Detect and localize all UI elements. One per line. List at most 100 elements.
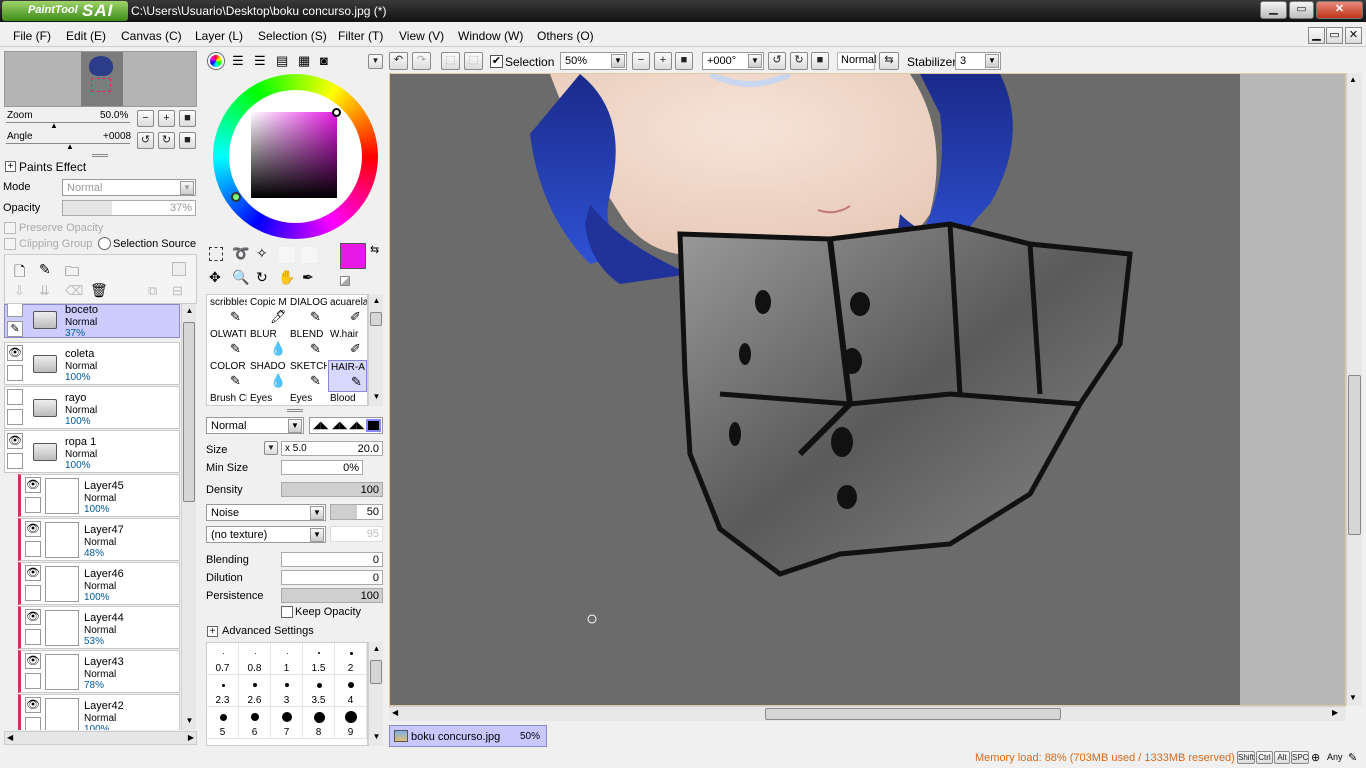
- brush-shape-medium-icon[interactable]: ◢◣: [332, 420, 347, 431]
- brush-size-preset[interactable]: 7: [271, 707, 303, 739]
- brush-tool-slot[interactable]: Blood: [328, 392, 367, 405]
- doc-minimize-button[interactable]: ▁: [1308, 27, 1325, 44]
- blend-mode-dropdown[interactable]: Normal ▼: [62, 179, 196, 196]
- redo-button[interactable]: ↷: [412, 52, 431, 70]
- navigator-preview[interactable]: [4, 51, 197, 107]
- new-folder-icon[interactable]: 🗀: [65, 261, 79, 285]
- new-layer-icon[interactable]: 🗋: [14, 261, 25, 285]
- doc-close-button[interactable]: ✕: [1345, 27, 1362, 44]
- brush-tool-slot[interactable]: scribbles ✎: [208, 296, 247, 328]
- dilution-slider[interactable]: 0: [281, 570, 383, 585]
- hue-picker-cursor[interactable]: [231, 192, 241, 202]
- brush-texture-dropdown[interactable]: Noise ▼: [206, 504, 326, 521]
- brush-tool-slot[interactable]: Brush Cl: [208, 392, 247, 405]
- color-picker-cursor[interactable]: [332, 108, 341, 117]
- brush-tool-slot[interactable]: acuarela ✐: [328, 296, 367, 328]
- layer-list-scrollbar[interactable]: ▲ ▼: [181, 304, 196, 730]
- layer-lock-checkbox[interactable]: [7, 453, 23, 469]
- canvas-angle-dropdown[interactable]: +000° ▼: [702, 52, 764, 70]
- canvas-vscroll-thumb[interactable]: [1348, 375, 1361, 535]
- clipping-group-checkbox[interactable]: [4, 238, 16, 250]
- visibility-eye-icon[interactable]: 👁: [7, 345, 23, 361]
- layer-list-scroll-thumb[interactable]: [183, 322, 195, 502]
- zoom-slider[interactable]: [6, 122, 130, 123]
- chevron-right-icon[interactable]: ▶: [188, 733, 194, 742]
- canvas-hscroll-thumb[interactable]: [765, 708, 1061, 720]
- layer-list-hscroll[interactable]: ◀ ▶: [4, 731, 197, 745]
- chevron-left-icon[interactable]: ◀: [7, 733, 13, 742]
- brush-tool-slot[interactable]: BLUR 💧: [248, 328, 287, 360]
- paints-effect-expand-icon[interactable]: +: [5, 161, 16, 172]
- menu-window[interactable]: Window (W): [458, 29, 523, 43]
- brush-blend-mode-dropdown[interactable]: Normal ▼: [206, 417, 304, 434]
- keep-opacity-checkbox[interactable]: [281, 606, 293, 618]
- brush-size-preset[interactable]: 2.3: [207, 675, 239, 707]
- brush-tool-slot[interactable]: COLOR ✎: [208, 360, 247, 392]
- layer-lock-checkbox[interactable]: [25, 497, 41, 513]
- layer-lock-checkbox[interactable]: [25, 541, 41, 557]
- layer-mask-icon[interactable]: [172, 262, 186, 276]
- canvas-hscrollbar[interactable]: ◀ ▶: [389, 706, 1346, 721]
- flip-horizontal-button[interactable]: ⇆: [879, 52, 899, 70]
- lasso-icon[interactable]: ➰: [232, 246, 249, 260]
- brush-tool-slot[interactable]: Copic M 🖊: [248, 296, 287, 328]
- apply-mask-icon[interactable]: ⧉: [148, 283, 157, 299]
- doc-restore-button[interactable]: ▭: [1326, 27, 1343, 44]
- noise-strength-slider[interactable]: 50: [330, 504, 383, 520]
- transparent-color-icon[interactable]: [340, 276, 350, 286]
- undo-button[interactable]: ↶: [389, 52, 408, 70]
- brush-shape-square-icon[interactable]: [366, 419, 381, 432]
- brush-size-preset[interactable]: 0.7: [207, 643, 239, 675]
- zoom-reset-button[interactable]: ■: [179, 110, 196, 127]
- density-slider[interactable]: 100: [281, 482, 383, 497]
- visibility-eye-icon[interactable]: [7, 304, 23, 317]
- hand-icon[interactable]: ✋: [278, 270, 295, 284]
- chevron-down-icon[interactable]: ▼: [183, 714, 196, 728]
- brush-shape-hard-icon[interactable]: ◢◣: [349, 420, 364, 431]
- brush-grid-scroll-thumb[interactable]: [370, 312, 382, 326]
- brush-grid-scrollbar[interactable]: ▲ ▼: [368, 294, 383, 406]
- chevron-down-icon[interactable]: ▼: [1349, 693, 1357, 702]
- maximize-button[interactable]: ▭: [1289, 1, 1314, 19]
- visibility-eye-icon[interactable]: 👁: [25, 653, 41, 669]
- canvas-rotate-reset-button[interactable]: ■: [811, 52, 829, 70]
- brush-size-preset[interactable]: 3: [271, 675, 303, 707]
- layer-lock-checkbox[interactable]: [7, 409, 23, 425]
- preserve-opacity-checkbox[interactable]: [4, 222, 16, 234]
- texture-strength-slider[interactable]: 95: [330, 526, 383, 542]
- color-panel-menu-button[interactable]: ▼: [368, 54, 383, 69]
- edit-active-icon[interactable]: ✎: [7, 321, 23, 337]
- visibility-eye-icon[interactable]: 👁: [25, 697, 41, 713]
- layer-row[interactable]: ✎ boceto Normal 37%: [4, 304, 180, 339]
- rect-select-icon[interactable]: [209, 247, 223, 261]
- chevron-up-icon[interactable]: ▲: [183, 304, 196, 318]
- brush-size-preset[interactable]: 2.6: [239, 675, 271, 707]
- chevron-up-icon[interactable]: ▲: [370, 644, 383, 653]
- layer-row[interactable]: 👁 Layer43 Normal 78%: [18, 650, 180, 693]
- eyedropper-icon[interactable]: ✒: [302, 270, 314, 284]
- chevron-up-icon[interactable]: ▲: [370, 296, 383, 305]
- brush-size-preset[interactable]: 9: [335, 707, 367, 739]
- menu-others[interactable]: Others (O): [537, 29, 594, 43]
- visibility-eye-icon[interactable]: [7, 389, 23, 405]
- brush-tool-slot[interactable]: W.hair ✐: [328, 328, 367, 360]
- canvas-vscrollbar[interactable]: ▲ ▼: [1346, 73, 1362, 706]
- brush-size-preset[interactable]: 0.8: [239, 643, 271, 675]
- color-wheel-tab-icon[interactable]: [208, 53, 224, 69]
- zoom-in-button[interactable]: +: [158, 110, 175, 127]
- canvas-rotate-left-button[interactable]: ↺: [768, 52, 786, 70]
- menu-layer[interactable]: Layer (L): [195, 29, 243, 43]
- layer-lock-checkbox[interactable]: [25, 629, 41, 645]
- invert-selection-button[interactable]: ⬚: [464, 52, 483, 70]
- visibility-eye-icon[interactable]: 👁: [25, 609, 41, 625]
- mixer-tab-icon[interactable]: ▤: [276, 54, 288, 67]
- chevron-left-icon[interactable]: ◀: [392, 708, 398, 717]
- hsv-slider-tab-icon[interactable]: ☰: [254, 54, 266, 67]
- brush-shape-soft-icon[interactable]: ◢◣: [313, 420, 328, 431]
- visibility-eye-icon[interactable]: 👁: [25, 565, 41, 581]
- deselect-button[interactable]: ⬚: [441, 52, 460, 70]
- brush-tool-slot[interactable]: Eyes: [248, 392, 287, 405]
- selection-source-checkbox[interactable]: [98, 237, 111, 250]
- clear-layer-icon[interactable]: ⌫: [65, 283, 83, 299]
- panel-splitter[interactable]: [287, 409, 303, 412]
